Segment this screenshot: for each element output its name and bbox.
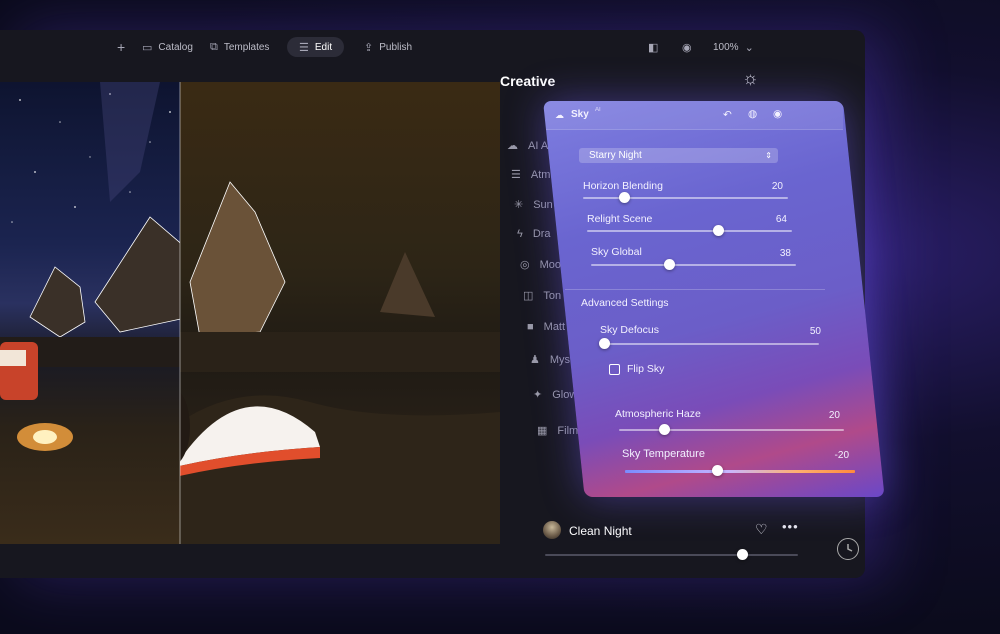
film-icon: ▦ (537, 425, 548, 437)
catalog-icon: ▭ (142, 41, 153, 54)
cloud-icon: ☁ (507, 140, 518, 152)
sky-global-knob[interactable] (663, 259, 675, 270)
relight-scene-knob[interactable] (713, 225, 725, 236)
sun-icon[interactable]: ☼ (742, 68, 759, 89)
sky-panel: ☁ Sky AI ↶ ◍ ◉ Starry Night ⇕ Horizon Bl… (543, 101, 885, 497)
person-icon: ♟ (530, 354, 540, 366)
publish-label: Publish (379, 41, 413, 53)
sky-defocus-label: Sky Defocus (600, 324, 659, 336)
templates-tab[interactable]: ⧉ Templates (210, 37, 269, 57)
horizon-blending-knob[interactable] (619, 192, 630, 203)
sky-preset-dropdown[interactable]: Starry Night ⇕ (579, 148, 778, 163)
atmospheric-haze-knob[interactable] (659, 424, 670, 435)
horizon-blending-track[interactable] (583, 197, 788, 199)
sky-temperature-value: -20 (834, 450, 849, 461)
tool-dramatic[interactable]: ϟ Dra (517, 228, 551, 240)
sky-defocus-knob[interactable] (599, 338, 610, 349)
share-icon: ⇪ (364, 41, 374, 54)
preset-name: Clean Night (569, 524, 632, 538)
sky-panel-version: AI (595, 107, 601, 113)
toning-icon: ◫ (523, 290, 534, 302)
relight-scene-track[interactable] (587, 230, 792, 232)
more-icon[interactable]: ••• (782, 519, 799, 534)
atmospheric-haze-label: Atmospheric Haze (615, 408, 701, 420)
preset-amount-knob[interactable] (737, 549, 749, 560)
tool-toning[interactable]: ◫ Ton (523, 289, 561, 303)
lines-icon: ☰ (511, 169, 521, 181)
sky-defocus-track[interactable] (604, 343, 819, 345)
preview-button[interactable]: ◉ (682, 37, 692, 57)
cloud-icon: ☁ (555, 110, 564, 120)
preset-amount-track[interactable] (545, 554, 798, 556)
plus-icon: + (117, 39, 126, 55)
sky-preset-value: Starry Night (589, 150, 642, 161)
compare-icon: ◧ (648, 41, 659, 54)
edit-label: Edit (314, 41, 333, 53)
relight-scene-label: Relight Scene (587, 213, 653, 225)
tool-atmosphere[interactable]: ☰ Atm (511, 168, 550, 182)
square-icon: ■ (527, 321, 534, 333)
edit-tab[interactable]: ☰ Edit (287, 37, 345, 57)
eye-small-icon: ◎ (520, 259, 530, 271)
tool-mystical[interactable]: ♟ Myst (530, 353, 573, 367)
zoom-dropdown[interactable]: 100% ⌄ (713, 37, 754, 57)
catalog-tab[interactable]: ▭ Catalog (142, 37, 193, 57)
panel-divider (565, 289, 825, 290)
sky-temperature-knob[interactable] (712, 465, 723, 476)
tool-glow[interactable]: ✦ Glow (533, 388, 577, 402)
sun-small-icon: ✳ (514, 199, 524, 211)
catalog-label: Catalog (158, 41, 193, 53)
photo-canvas[interactable] (0, 82, 500, 544)
tool-ai-augmented[interactable]: ☁ AI A (507, 139, 548, 153)
add-button[interactable]: + (117, 37, 125, 57)
edit-icon: ☰ (299, 41, 309, 54)
compare-button[interactable]: ◧ (648, 37, 658, 57)
tool-film-grain[interactable]: ▦ Film (537, 424, 578, 438)
preset-thumbnail (543, 521, 561, 539)
history-icon[interactable] (837, 538, 859, 560)
zoom-value: 100% (713, 41, 739, 53)
flip-sky-label: Flip Sky (627, 363, 665, 375)
chevron-down-icon: ⌄ (744, 41, 754, 54)
mask-icon[interactable]: ◍ (748, 108, 757, 120)
tool-mood[interactable]: ◎ Moo (520, 258, 561, 272)
visibility-toggle-icon[interactable]: ◉ (773, 108, 782, 120)
sky-global-value: 38 (779, 248, 791, 259)
sparkle-icon: ✦ (533, 389, 543, 401)
sky-panel-title: Sky (571, 109, 589, 120)
atmospheric-haze-value: 20 (828, 410, 840, 421)
undo-icon[interactable]: ↶ (723, 109, 732, 121)
bolt-icon: ϟ (517, 228, 523, 240)
sky-panel-header: ☁ Sky AI ↶ ◍ ◉ (543, 101, 843, 130)
sky-global-track[interactable] (591, 264, 796, 266)
templates-icon: ⧉ (210, 40, 218, 53)
panel-title: Creative (500, 73, 556, 89)
eye-icon: ◉ (682, 41, 692, 54)
templates-label: Templates (223, 41, 270, 53)
flip-sky-checkbox[interactable] (609, 364, 620, 375)
tool-sunrays[interactable]: ✳ Sun (514, 198, 553, 212)
chevron-updown-icon: ⇕ (765, 151, 772, 160)
relight-scene-value: 64 (775, 214, 787, 225)
atmospheric-haze-track[interactable] (619, 429, 844, 431)
horizon-blending-label: Horizon Blending (583, 180, 663, 192)
advanced-settings-heading: Advanced Settings (581, 297, 669, 309)
sky-defocus-value: 50 (809, 326, 821, 337)
horizon-blending-value: 20 (771, 181, 783, 192)
sky-global-label: Sky Global (591, 246, 642, 258)
top-toolbar: + ▭ Catalog ⧉ Templates ☰ Edit ⇪ Publish… (0, 30, 865, 64)
sky-temperature-label: Sky Temperature (622, 448, 705, 460)
tool-matte[interactable]: ■ Matt (527, 321, 565, 333)
heart-icon[interactable]: ♡ (755, 521, 768, 538)
sky-temperature-track[interactable] (625, 470, 855, 473)
publish-tab[interactable]: ⇪ Publish (364, 37, 412, 57)
